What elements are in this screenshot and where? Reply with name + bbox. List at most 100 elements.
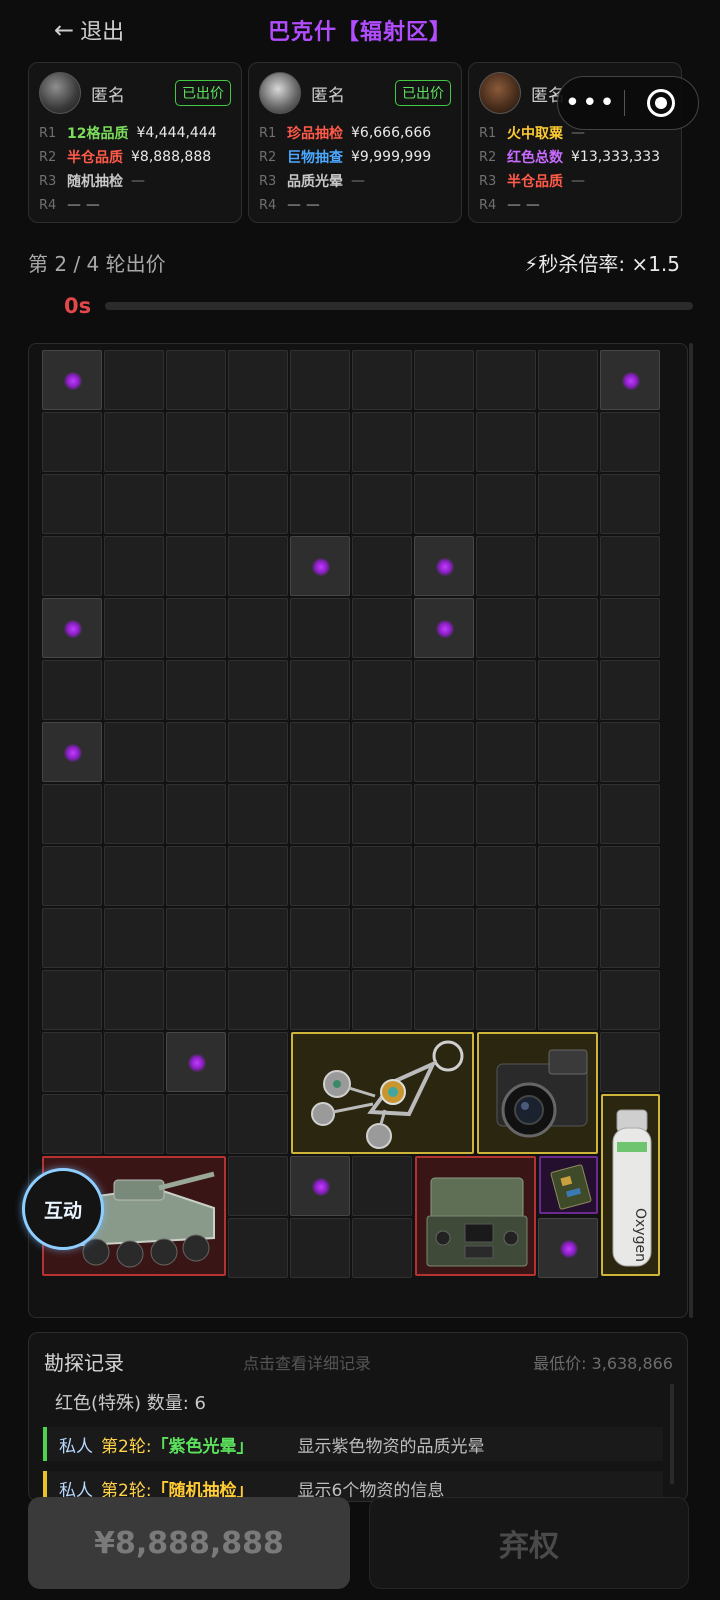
grid-cell[interactable] [352, 1218, 412, 1278]
grid-cell[interactable] [600, 908, 660, 968]
grid-cell[interactable] [538, 350, 598, 410]
grid-cell[interactable] [42, 1032, 102, 1092]
item-radio-equipment[interactable] [415, 1156, 536, 1276]
grid-cell[interactable] [600, 722, 660, 782]
grid-cell[interactable] [104, 846, 164, 906]
grid-cell[interactable] [352, 970, 412, 1030]
grid-cell[interactable] [104, 908, 164, 968]
grid-cell[interactable] [414, 784, 474, 844]
grid-cell[interactable] [600, 660, 660, 720]
grid-cell[interactable] [352, 412, 412, 472]
grid-cell-revealed[interactable] [166, 1032, 226, 1092]
grid-cell[interactable] [42, 908, 102, 968]
grid-cell[interactable] [228, 846, 288, 906]
bid-button[interactable]: ¥8,888,888 [28, 1497, 350, 1589]
grid-cell[interactable] [352, 660, 412, 720]
grid-cell[interactable] [104, 1094, 164, 1154]
exit-button[interactable]: ← 退出 [54, 14, 124, 46]
grid-cell[interactable] [290, 598, 350, 658]
grid-cell[interactable] [228, 474, 288, 534]
grid-cell-revealed[interactable] [600, 350, 660, 410]
grid-cell[interactable] [42, 474, 102, 534]
grid-cell[interactable] [600, 970, 660, 1030]
grid-cell[interactable] [166, 350, 226, 410]
exploration-log-panel[interactable]: 勘探记录 点击查看详细记录 最低价: 3,638,866 红色(特殊) 数量: … [28, 1332, 688, 1502]
item-circuit-board[interactable] [539, 1156, 598, 1214]
grid-cell[interactable] [414, 660, 474, 720]
grid-cell[interactable] [228, 536, 288, 596]
grid-cell[interactable] [42, 970, 102, 1030]
grid-cell[interactable] [600, 846, 660, 906]
grid-cell[interactable] [352, 1156, 412, 1216]
grid-cell[interactable] [352, 722, 412, 782]
grid-cell[interactable] [476, 474, 536, 534]
interact-button[interactable]: 互动 [22, 1168, 104, 1250]
grid-cell[interactable] [600, 598, 660, 658]
grid-cell[interactable] [166, 722, 226, 782]
grid-cell[interactable] [538, 660, 598, 720]
grid-cell[interactable] [104, 474, 164, 534]
grid-cell[interactable] [476, 536, 536, 596]
grid-cell[interactable] [352, 474, 412, 534]
grid-cell[interactable] [476, 846, 536, 906]
grid-cell[interactable] [476, 784, 536, 844]
grid-cell[interactable] [104, 598, 164, 658]
forfeit-button[interactable]: 弃权 [369, 1497, 689, 1589]
grid-cell[interactable] [538, 784, 598, 844]
item-camera[interactable] [477, 1032, 598, 1154]
grid-cell[interactable] [352, 598, 412, 658]
grid-scrollbar[interactable] [689, 343, 693, 1318]
grid-cell[interactable] [104, 970, 164, 1030]
more-menu-icon[interactable]: ••• [558, 90, 624, 116]
grid-cell[interactable] [538, 536, 598, 596]
grid-cell[interactable] [228, 1032, 288, 1092]
grid-cell-revealed[interactable] [42, 722, 102, 782]
grid-cell[interactable] [228, 1094, 288, 1154]
grid-cell[interactable] [42, 784, 102, 844]
grid-cell[interactable] [104, 784, 164, 844]
grid-cell[interactable] [414, 846, 474, 906]
grid-cell[interactable] [538, 970, 598, 1030]
grid-cell[interactable] [166, 660, 226, 720]
grid-cell[interactable] [352, 846, 412, 906]
grid-cell[interactable] [600, 412, 660, 472]
grid-cell[interactable] [538, 598, 598, 658]
grid-cell[interactable] [538, 412, 598, 472]
grid-cell[interactable] [166, 784, 226, 844]
grid-cell[interactable] [228, 970, 288, 1030]
grid-cell[interactable] [166, 536, 226, 596]
grid-cell[interactable] [42, 1094, 102, 1154]
grid-cell[interactable] [290, 660, 350, 720]
grid-cell[interactable] [476, 722, 536, 782]
grid-cell[interactable] [104, 412, 164, 472]
grid-cell-revealed[interactable] [538, 1218, 598, 1278]
grid-cell-revealed[interactable] [290, 1156, 350, 1216]
grid-cell[interactable] [476, 350, 536, 410]
grid-cell[interactable] [104, 536, 164, 596]
grid-cell[interactable] [290, 846, 350, 906]
grid-cell[interactable] [476, 598, 536, 658]
grid-cell[interactable] [290, 970, 350, 1030]
grid-cell[interactable] [290, 784, 350, 844]
grid-cell[interactable] [290, 474, 350, 534]
grid-cell[interactable] [290, 412, 350, 472]
grid-cell[interactable] [166, 908, 226, 968]
grid-cell[interactable] [538, 908, 598, 968]
grid-cell[interactable] [228, 784, 288, 844]
grid-cell[interactable] [600, 1032, 660, 1092]
grid-cell[interactable] [352, 536, 412, 596]
grid-cell[interactable] [476, 660, 536, 720]
grid-cell-revealed[interactable] [42, 598, 102, 658]
grid-cell[interactable] [414, 722, 474, 782]
grid-cell[interactable] [166, 1094, 226, 1154]
grid-cell[interactable] [166, 598, 226, 658]
grid-cell[interactable] [538, 722, 598, 782]
grid-cell[interactable] [414, 970, 474, 1030]
grid-cell[interactable] [538, 474, 598, 534]
grid-cell[interactable] [166, 846, 226, 906]
item-jewelry[interactable] [291, 1032, 474, 1154]
grid-cell[interactable] [476, 970, 536, 1030]
grid-cell[interactable] [228, 722, 288, 782]
grid-cell[interactable] [414, 908, 474, 968]
grid-cell-revealed[interactable] [414, 536, 474, 596]
